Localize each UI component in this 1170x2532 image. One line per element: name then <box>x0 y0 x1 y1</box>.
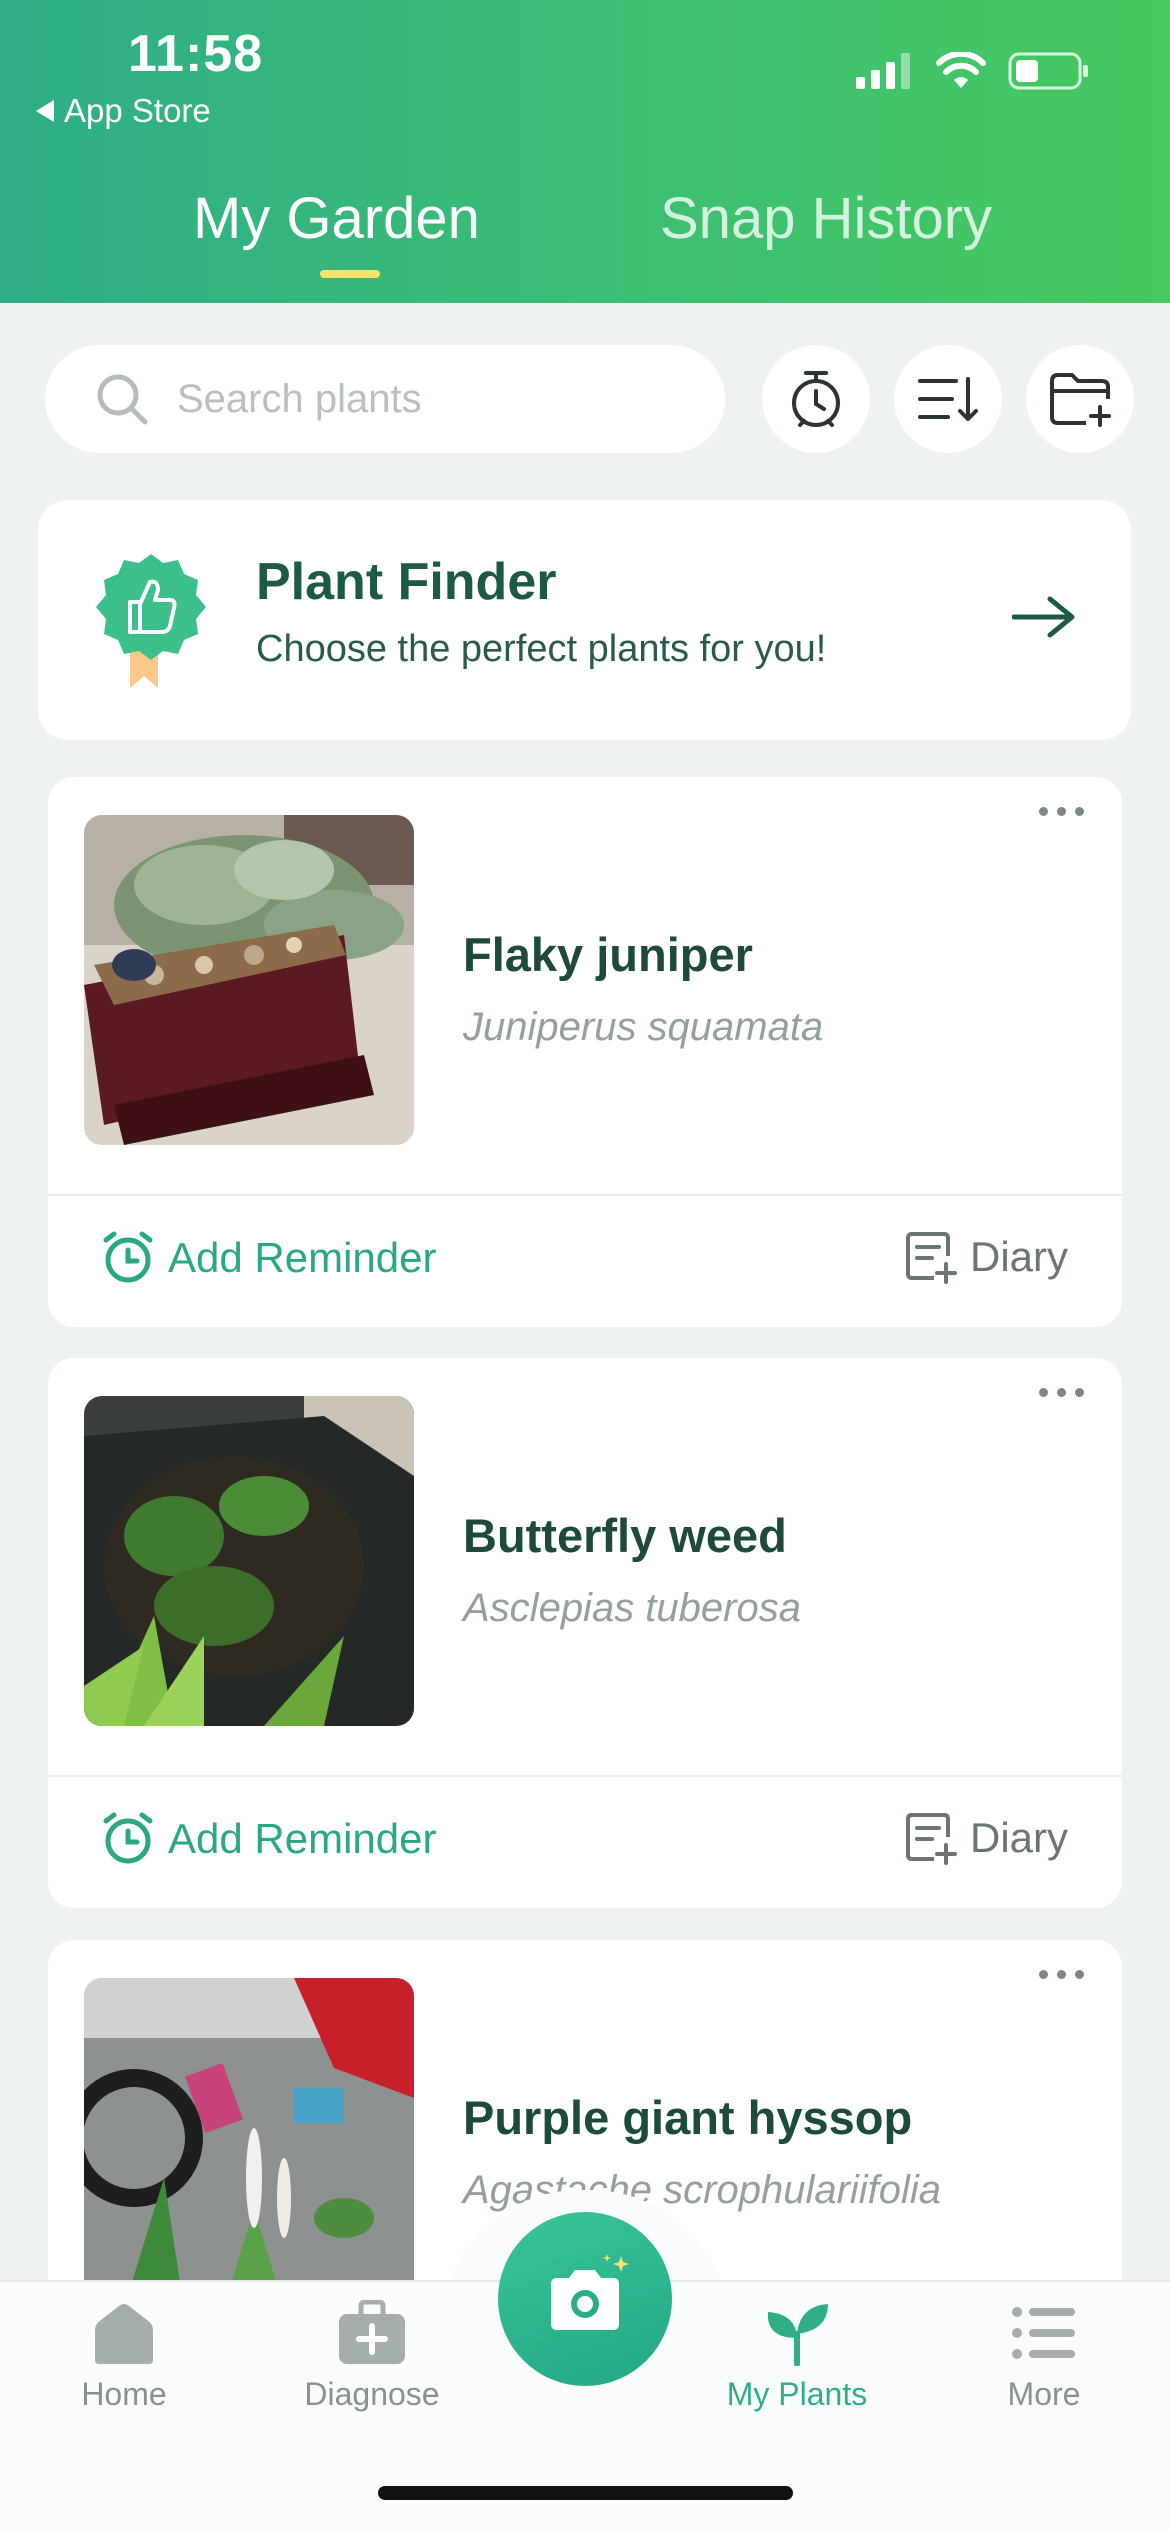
plant-name: Butterfly weed <box>463 1509 787 1562</box>
plant-name: Purple giant hyssop <box>463 2091 913 2144</box>
alarm-clock-icon <box>792 371 840 427</box>
app-header: 11:58 App Store My Garden Snap History <box>0 0 1170 303</box>
camera-icon <box>551 2254 629 2330</box>
back-triangle-icon <box>36 100 54 122</box>
nav-my-plants-label: My Plants <box>726 2376 868 2412</box>
nav-home-label: Home <box>81 2376 167 2412</box>
nav-more[interactable]: More <box>944 2300 1144 2413</box>
plant-card[interactable]: Butterfly weed Asclepias tuberosa Add Re… <box>48 1358 1122 1908</box>
active-tab-indicator <box>320 270 380 278</box>
plant-name: Flaky juniper <box>463 928 753 981</box>
home-icon <box>95 2304 153 2364</box>
add-reminder-button[interactable]: Add Reminder <box>100 1230 436 1286</box>
sprout-icon <box>767 2304 828 2366</box>
alarm-clock-icon <box>103 1812 153 1864</box>
folder-plus-icon <box>1050 373 1111 427</box>
home-indicator <box>378 2486 793 2500</box>
reminder-timer-button[interactable] <box>762 345 870 453</box>
menu-list-icon <box>1012 2307 1075 2359</box>
nav-diagnose-label: Diagnose <box>304 2376 440 2412</box>
nav-more-label: More <box>1007 2376 1081 2412</box>
add-reminder-label: Add Reminder <box>168 1815 437 1862</box>
plant-scientific-name: Asclepias tuberosa <box>463 1586 801 1630</box>
diary-label: Diary <box>969 1814 1068 1861</box>
plant-finder-title: Plant Finder <box>256 553 557 611</box>
more-options-button[interactable] <box>1039 1388 1084 1397</box>
diary-icon <box>905 1813 957 1865</box>
plant-photo[interactable] <box>84 1396 414 1726</box>
search-placeholder: Search plants <box>177 376 422 421</box>
sort-button[interactable] <box>894 345 1002 453</box>
card-divider <box>48 1775 1122 1777</box>
plant-photo[interactable] <box>84 815 414 1145</box>
nav-diagnose[interactable]: Diagnose <box>272 2300 472 2413</box>
thumbs-up-badge-icon <box>92 550 210 695</box>
plant-scientific-name: Juniperus squamata <box>463 1005 824 1049</box>
alarm-clock-icon <box>103 1231 153 1283</box>
signal-icon <box>856 53 910 89</box>
add-folder-button[interactable] <box>1026 345 1134 453</box>
diary-icon <box>905 1232 957 1284</box>
battery-icon <box>1008 52 1088 90</box>
nav-my-plants[interactable]: My Plants <box>697 2300 897 2413</box>
diary-label: Diary <box>969 1233 1068 1280</box>
wifi-icon <box>936 52 986 88</box>
first-aid-kit-icon <box>339 2300 405 2364</box>
more-options-button[interactable] <box>1039 807 1084 816</box>
plant-photo[interactable] <box>84 1978 414 2308</box>
search-icon <box>97 374 148 425</box>
plant-card[interactable]: Flaky juniper Juniperus squamata Add Rem… <box>48 777 1122 1327</box>
tab-my-garden[interactable]: My Garden <box>193 185 480 252</box>
tab-snap-history[interactable]: Snap History <box>660 185 992 252</box>
arrow-right-icon <box>1011 595 1076 644</box>
card-divider <box>48 1194 1122 1196</box>
plant-finder-card[interactable]: Plant Finder Choose the perfect plants f… <box>38 500 1131 740</box>
header-tabs: My Garden Snap History <box>0 185 1170 275</box>
add-reminder-button[interactable]: Add Reminder <box>100 1811 436 1867</box>
sort-icon <box>918 377 978 421</box>
diary-button[interactable]: Diary <box>904 1811 1068 1865</box>
add-reminder-label: Add Reminder <box>168 1234 437 1281</box>
status-icons <box>856 52 1090 90</box>
more-options-button[interactable] <box>1039 1970 1084 1979</box>
status-time: 11:58 <box>128 25 264 83</box>
camera-identify-button[interactable] <box>498 2212 672 2386</box>
plant-finder-subtitle: Choose the perfect plants for you! <box>256 628 827 670</box>
back-label: App Store <box>64 92 211 129</box>
nav-home[interactable]: Home <box>24 2300 224 2413</box>
diary-button[interactable]: Diary <box>904 1230 1068 1284</box>
search-input[interactable]: Search plants <box>45 345 725 453</box>
back-to-app-store[interactable]: App Store <box>36 92 211 130</box>
